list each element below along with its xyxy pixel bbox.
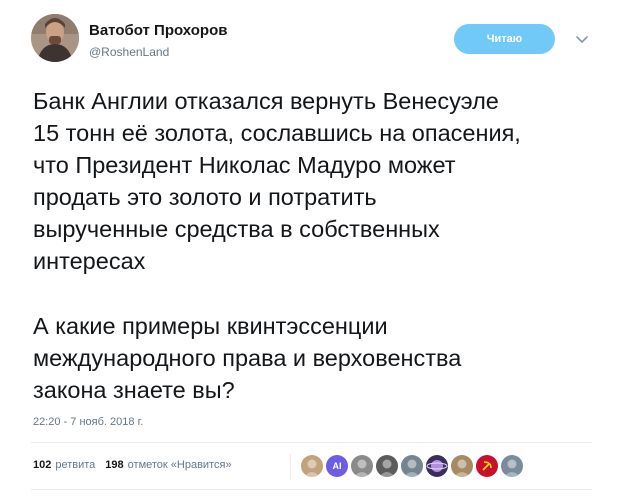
retweets-count: 102 [33, 459, 52, 471]
person-icon [454, 459, 470, 477]
divider-top [31, 442, 592, 443]
likes-label: отметок «Нравится» [127, 459, 232, 471]
cat-avatar[interactable] [301, 455, 323, 477]
chevron-down-icon [576, 36, 588, 43]
author-avatar[interactable] [31, 14, 79, 62]
stats-separator [290, 454, 291, 480]
tweet-stats: 102 ретвита 198 отметок «Нравится» [33, 459, 232, 471]
author-name[interactable]: Ватобот Прохоров [89, 22, 227, 39]
person-icon [354, 459, 370, 477]
likers-list: AI [301, 455, 526, 477]
person-icon [379, 459, 395, 477]
person-icon [504, 459, 520, 477]
more-options-button[interactable] [572, 30, 592, 50]
hammer-sickle-avatar[interactable] [476, 455, 498, 477]
likes-stat[interactable]: 198 отметок «Нравится» [105, 459, 231, 471]
tweet-text-paragraph-2: А какие примеры квинтэссенции международ… [33, 313, 462, 403]
likes-count: 198 [105, 459, 124, 471]
author-handle[interactable]: @RoshenLand [89, 45, 169, 59]
retweets-label: ретвита [55, 459, 96, 471]
following-button[interactable]: Читаю [454, 24, 555, 54]
tweet-card: Ватобот Прохоров @RoshenLand Читаю Банк … [0, 0, 623, 502]
tweet-timestamp[interactable]: 22:20 - 7 нояб. 2018 г. [33, 416, 143, 428]
person-icon [304, 459, 320, 477]
ai-avatar[interactable]: AI [326, 455, 348, 477]
person-avatar[interactable] [351, 455, 373, 477]
retweets-stat[interactable]: 102 ретвита [33, 459, 95, 471]
person-icon [404, 459, 420, 477]
hammer-sickle-icon [482, 461, 492, 471]
divider-bottom [31, 489, 592, 490]
person-avatar[interactable] [401, 455, 423, 477]
liker-avatar-label: AI [332, 461, 342, 471]
tweet-text-paragraph-1: Банк Англии отказался вернуть Венесуэле … [33, 88, 521, 274]
author-avatar-image [31, 14, 79, 62]
person-avatar[interactable] [376, 455, 398, 477]
person-avatar[interactable] [501, 455, 523, 477]
person-avatar[interactable] [451, 455, 473, 477]
planet-avatar[interactable] [426, 455, 448, 477]
planet-icon [426, 460, 448, 472]
